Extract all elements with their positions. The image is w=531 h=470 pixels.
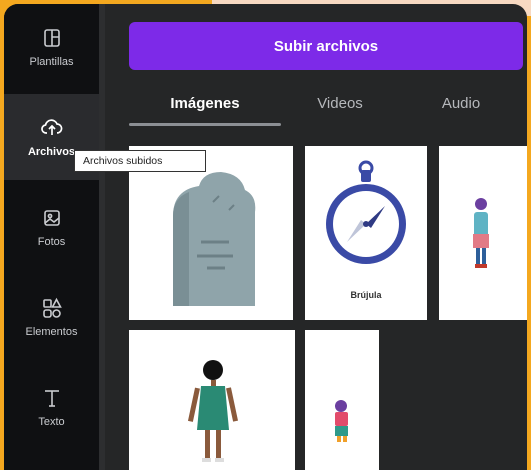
templates-icon <box>43 29 60 47</box>
cloud-upload-icon <box>40 119 62 135</box>
sidebar: Plantillas Archivos Fotos Elementos Text… <box>4 4 99 470</box>
tab-imagenes[interactable]: Imágenes <box>145 90 265 116</box>
sidebar-item-elementos[interactable]: Elementos <box>4 274 99 360</box>
girl-character-image[interactable] <box>439 146 527 320</box>
text-icon <box>44 390 59 407</box>
uploads-panel: Subir archivos Imágenes Videos Audio Brú… <box>105 4 527 470</box>
image-caption: Brújula <box>350 290 382 300</box>
sidebar-item-label: Elementos <box>25 326 78 338</box>
gravestone-image[interactable] <box>129 146 293 320</box>
woman-character-image[interactable] <box>129 330 295 470</box>
upload-files-button[interactable]: Subir archivos <box>129 22 523 70</box>
compass-image[interactable]: Brújula <box>305 146 427 320</box>
sidebar-item-fotos[interactable]: Fotos <box>4 184 99 270</box>
editor-window: Plantillas Archivos Fotos Elementos Text… <box>4 4 527 470</box>
active-tab-indicator <box>129 123 281 126</box>
sidebar-item-label: Texto <box>38 416 65 428</box>
small-character-image[interactable] <box>305 330 379 470</box>
sidebar-item-label: Fotos <box>37 236 66 248</box>
shapes-icon <box>42 297 62 318</box>
photo-icon <box>43 210 60 226</box>
tooltip: Archivos subidos <box>74 150 206 172</box>
sidebar-item-label: Archivos <box>27 146 76 158</box>
sidebar-item-texto[interactable]: Texto <box>4 364 99 450</box>
sidebar-item-plantillas[interactable]: Plantillas <box>4 4 99 90</box>
tab-audio[interactable]: Audio <box>421 90 501 116</box>
sidebar-item-label: Plantillas <box>29 56 74 68</box>
tab-videos[interactable]: Videos <box>300 90 380 116</box>
